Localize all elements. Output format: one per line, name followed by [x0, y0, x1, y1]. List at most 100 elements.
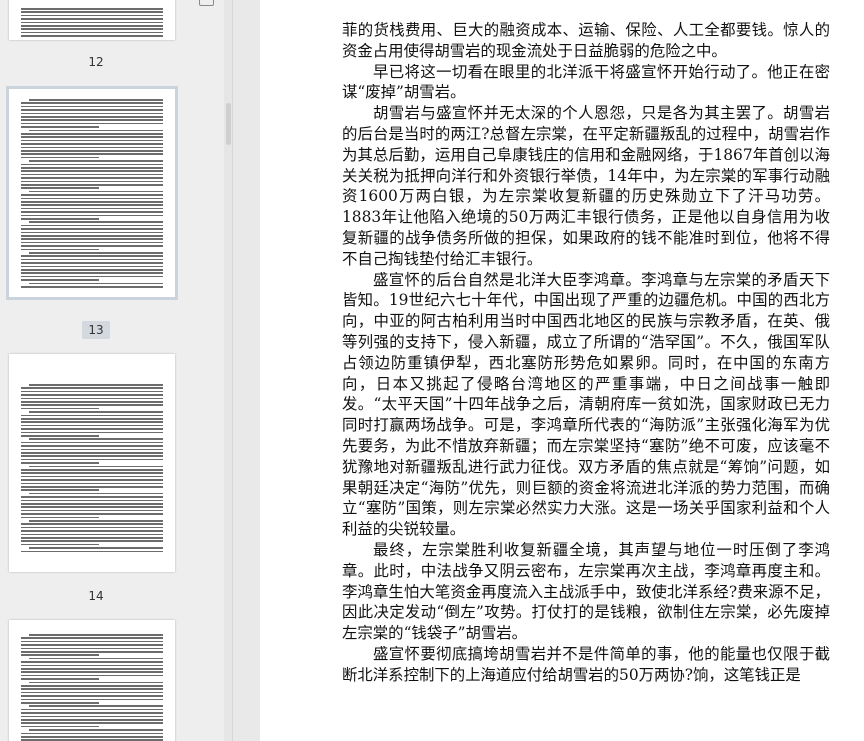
thumbnail-text-line [21, 238, 163, 240]
thumbnail-text-line [21, 533, 163, 536]
thumbnail-text-line [21, 387, 163, 389]
thumbnail-text-line [21, 651, 163, 653]
thumbnail-text-line [21, 458, 163, 461]
thumbnail-text-line [29, 221, 163, 223]
thumbnail-text-line [29, 129, 163, 132]
thumbnail-text-line [21, 197, 163, 200]
thumbnail-text-line [21, 712, 163, 714]
thumbnail-text-line [21, 719, 163, 721]
thumbnail-text-line [21, 414, 163, 417]
paragraph: 最终，左宗棠胜利收复新疆全境，其声望与地位一时压倒了李鸿章。此时，中法战争又阴云… [342, 540, 830, 643]
thumbnail-text-line [21, 262, 163, 264]
page-thumbnail-14[interactable] [9, 354, 175, 572]
thumbnail-text-line [21, 275, 163, 278]
thumbnail-text-line [21, 725, 100, 728]
document-text: 菲的货栈费用、巨大的融资成本、运输、保险、人工全都要钱。惊人的资金占用使得胡雪岩… [342, 20, 830, 686]
thumbnail-text-line [29, 705, 163, 707]
thumbnail-text-line [29, 438, 163, 440]
thumbnail-text-line [21, 513, 163, 515]
page-thumbnail-next[interactable] [9, 620, 175, 741]
thumbnail-text-line [21, 112, 163, 115]
thumbnail-text-line [21, 479, 163, 481]
thumbnail-text-line [21, 637, 163, 639]
panel-divider[interactable] [232, 0, 260, 741]
thumbnail-text-line [21, 516, 100, 519]
thumbnail-text-line [21, 170, 163, 172]
thumbnail-text-line [21, 668, 163, 670]
thumbnail-text-line [21, 421, 163, 423]
thumbnail-text-line [21, 530, 163, 532]
thumbnail-text-line [21, 482, 163, 485]
thumbnail-text-line [21, 715, 163, 718]
thumbnail-text-line [21, 523, 163, 525]
thumbnail-text-line [21, 708, 163, 711]
thumbnail-text-line [21, 177, 163, 179]
thumbnail-text-line [21, 133, 163, 135]
thumbnail-text-line [21, 688, 163, 690]
paragraph: 胡雪岩与盛宣怀并无太深的个人恩怨，只是各为其主罢了。胡雪岩的后台是当时的两江?总… [342, 104, 830, 268]
thumbnail-text-line [21, 435, 100, 437]
thumbnail-text-line [21, 187, 100, 189]
thumbnail-text-line [21, 455, 163, 457]
thumbnail-text-line [29, 657, 163, 660]
thumbnail-text-line [21, 678, 100, 680]
page-thumbnail-12[interactable] [9, 0, 175, 40]
sidebar-scrollbar-thumb[interactable] [226, 103, 231, 145]
thumbnail-text-line [21, 424, 163, 427]
thumbnail-text-line [21, 506, 163, 508]
thumbnail-text-line [21, 702, 100, 704]
thumbnail-text-line [29, 384, 163, 386]
thumbnail-text-line [21, 475, 163, 478]
thumbnail-text-line [21, 122, 163, 125]
thumbnail-text-line [21, 269, 163, 271]
thumbnail-text-line [21, 640, 163, 643]
thumbnail-text-line [21, 279, 100, 281]
thumbnail-text-line [21, 109, 163, 111]
thumbnail-text-line [29, 465, 163, 468]
page-number-12: 12 [88, 55, 104, 69]
thumbnail-text-line [21, 11, 163, 13]
thumbnail-text-line [21, 441, 163, 444]
page-number-14: 14 [88, 589, 104, 603]
bookmark-icon[interactable] [199, 0, 214, 6]
thumbnail-text-line [29, 729, 163, 731]
thumbnail-text-line [21, 698, 163, 701]
thumbnail-text-line [21, 207, 163, 210]
thumbnail-text-line [21, 445, 163, 447]
thumbnail-text-line [21, 258, 163, 261]
thumbnail-text-line [29, 99, 163, 101]
thumbnail-text-line [21, 119, 163, 121]
thumbnail-text-line [21, 204, 163, 206]
thumbnail-text-line [21, 194, 163, 196]
thumbnail-text-line [21, 448, 163, 451]
thumbnail-text-line [21, 664, 163, 667]
thumbnail-text-line [29, 634, 163, 636]
thumbnail-text-line [21, 486, 163, 488]
thumbnail-text-line [21, 102, 163, 104]
thumbnail-text-line [21, 146, 163, 149]
thumbnail-text-line [21, 173, 163, 176]
thumbnail-text-line [21, 136, 163, 138]
paragraph: 早已将这一切看在眼里的北洋派干将盛宣怀开始行动了。他正在密谋“废掉”胡雪岩。 [342, 62, 830, 102]
thumbnail-text-line [21, 394, 163, 396]
page-thumbnail-13[interactable] [6, 86, 178, 300]
thumbnail-text-line [21, 180, 163, 183]
thumbnail-text-line [21, 428, 163, 430]
thumbnail-text-line [21, 163, 163, 166]
thumbnail-text-line [21, 235, 163, 237]
thumbnail-text-line [29, 547, 163, 549]
thumbnail-text-line [21, 472, 163, 474]
thumbnail-text-line [21, 404, 163, 406]
thumbnail-text-line [21, 671, 163, 673]
thumbnail-text-line [29, 160, 163, 162]
thumbnail-text-line [21, 526, 163, 529]
thumbnail-text-line [21, 241, 163, 244]
thumbnail-text-line [21, 691, 163, 694]
document-page: 菲的货栈费用、巨大的融资成本、运输、保险、人工全都要钱。惊人的资金占用使得胡雪岩… [260, 0, 864, 741]
thumbnail-text-line [21, 732, 163, 735]
thumbnail-text-line [21, 105, 163, 108]
thumbnail-text-line [21, 401, 163, 403]
thumbnail-text-line [21, 28, 163, 30]
thumbnail-text-line [21, 156, 100, 159]
thumbnail-text-line [21, 685, 163, 687]
